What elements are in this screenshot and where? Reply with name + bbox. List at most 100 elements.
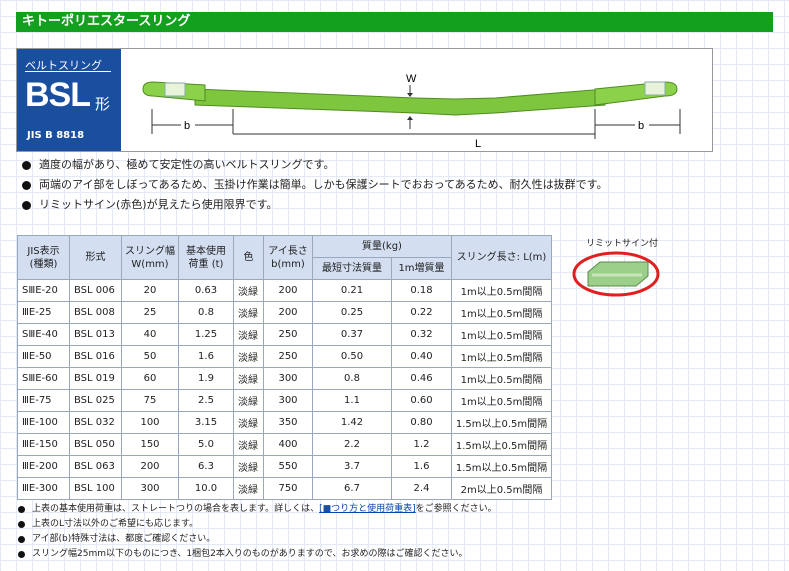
cell-width: 60	[121, 367, 179, 390]
cell-color: 淡緑	[233, 411, 264, 434]
cell-model: BSL 100	[69, 477, 122, 500]
model-badge: ベルトスリング BSL 形 JIS B 8818	[17, 49, 121, 151]
b-right-label: b	[638, 120, 644, 132]
cell-mass-per: 0.22	[391, 301, 452, 324]
cell-length: 1m以上0.5m間隔	[451, 301, 552, 324]
badge-suffix: 形	[95, 95, 111, 113]
cell-jis: SⅢE-40	[17, 323, 70, 346]
right-protection-sleeve	[644, 81, 666, 96]
cell-load: 1.9	[178, 367, 234, 390]
cell-width: 40	[121, 323, 179, 346]
cell-model: BSL 013	[69, 323, 122, 346]
table-row: SⅢE-40 BSL 013 40 1.25 淡緑 250 0.37 0.32 1m以上0.5m…	[17, 323, 552, 346]
cell-jis: ⅢE-75	[17, 389, 70, 412]
bullet-icon	[18, 506, 25, 513]
cell-load: 3.15	[178, 411, 234, 434]
cell-model: BSL 032	[69, 411, 122, 434]
cell-jis: ⅢE-50	[17, 345, 70, 368]
cell-eye: 300	[263, 367, 313, 390]
cell-length: 1m以上0.5m間隔	[451, 279, 552, 302]
note-item: 上表のL寸法以外のご希望にも応じます。	[18, 517, 497, 532]
cell-color: 淡緑	[233, 345, 264, 368]
cell-mass-min: 0.37	[312, 323, 392, 346]
badge-code: BSL	[25, 76, 91, 114]
cell-jis: SⅢE-60	[17, 367, 70, 390]
feature-item: 適度の幅があり、極めて安定性の高いベルトスリングです。	[22, 155, 608, 175]
spec-table-body: SⅢE-20 BSL 006 20 0.63 淡緑 200 0.21 0.18 1m以上0.5m…	[17, 279, 552, 500]
cell-width: 75	[121, 389, 179, 412]
cell-mass-per: 0.80	[391, 411, 452, 434]
cell-mass-per: 0.46	[391, 367, 452, 390]
cell-width: 50	[121, 345, 179, 368]
load-table-link[interactable]: [■つり方と使用荷重表]	[319, 502, 416, 517]
table-row: SⅢE-60 BSL 019 60 1.9 淡緑 300 0.8 0.46 1m以上0.5m間隔	[17, 367, 552, 390]
sling-diagram: W b L b	[142, 73, 681, 150]
cell-width: 300	[121, 477, 179, 500]
note-item: スリング幅25mm以下のものにつき、1梱包2本入りのものがありますので、お求めの…	[18, 547, 497, 562]
cell-model: BSL 025	[69, 389, 122, 412]
cell-length: 1m以上0.5m間隔	[451, 367, 552, 390]
cell-model: BSL 016	[69, 345, 122, 368]
feature-item: リミットサイン(赤色)が見えたら使用限界です。	[22, 195, 608, 215]
table-row: ⅢE-150 BSL 050 150 5.0 淡緑 400 2.2 1.2 1.5m以上0.5m…	[17, 433, 552, 456]
cell-jis: ⅢE-100	[17, 411, 70, 434]
cell-color: 淡緑	[233, 323, 264, 346]
bullet-icon	[18, 521, 25, 528]
header-length: スリング長さ: L(m)	[451, 235, 552, 280]
header-mass-min: 最短寸法質量	[312, 257, 392, 280]
cell-eye: 550	[263, 455, 313, 478]
w-label: W	[406, 73, 417, 85]
cell-color: 淡緑	[233, 367, 264, 390]
cell-model: BSL 063	[69, 455, 122, 478]
cell-mass-min: 6.7	[312, 477, 392, 500]
cell-length: 1m以上0.5m間隔	[451, 389, 552, 412]
cell-mass-per: 0.32	[391, 323, 452, 346]
section-title: キトーポリエスタースリング	[22, 14, 191, 29]
cell-eye: 200	[263, 301, 313, 324]
header-color: 色	[233, 235, 264, 280]
cell-eye: 400	[263, 433, 313, 456]
bullet-icon	[22, 180, 31, 190]
cell-color: 淡緑	[233, 279, 264, 302]
cell-color: 淡緑	[233, 389, 264, 412]
table-row: ⅢE-300 BSL 100 300 10.0 淡緑 750 6.7 2.4 2m以上0.5m間…	[17, 477, 552, 500]
cell-width: 200	[121, 455, 179, 478]
cell-mass-per: 0.40	[391, 345, 452, 368]
table-row: ⅢE-75 BSL 025 75 2.5 淡緑 300 1.1 0.60 1m以上0.5m間隔	[17, 389, 552, 412]
header-mass: 質量(kg)	[312, 235, 452, 258]
cell-load: 5.0	[178, 433, 234, 456]
header-jis: JIS表示 (種類)	[17, 235, 70, 280]
cell-width: 25	[121, 301, 179, 324]
cell-load: 2.5	[178, 389, 234, 412]
cell-load: 6.3	[178, 455, 234, 478]
header-eye: アイ長さ b(mm)	[263, 235, 313, 280]
cell-mass-min: 2.2	[312, 433, 392, 456]
cell-length: 1m以上0.5m間隔	[451, 345, 552, 368]
left-protection-sleeve	[164, 82, 186, 97]
header-model: 形式	[69, 235, 122, 280]
cell-length: 2m以上0.5m間隔	[451, 477, 552, 500]
bullet-icon	[18, 551, 25, 558]
header-mass-per: 1m増質量	[391, 257, 452, 280]
bullet-icon	[22, 160, 31, 170]
cell-color: 淡緑	[233, 455, 264, 478]
header-load: 基本使用 荷重 (t)	[178, 235, 234, 280]
b-left-label: b	[184, 120, 190, 132]
note-item: アイ部(b)特殊寸法は、都度ご確認ください。	[18, 532, 497, 547]
table-row: ⅢE-200 BSL 063 200 6.3 淡緑 550 3.7 1.6 1.5m以上0.5m…	[17, 455, 552, 478]
cell-load: 1.25	[178, 323, 234, 346]
cell-load: 10.0	[178, 477, 234, 500]
cell-color: 淡緑	[233, 433, 264, 456]
sling-belt	[194, 88, 606, 116]
cell-eye: 750	[263, 477, 313, 500]
badge-standard: JIS B 8818	[27, 130, 85, 141]
w-arrowhead-top	[407, 93, 413, 97]
cell-mass-min: 1.1	[312, 389, 392, 412]
cell-model: BSL 008	[69, 301, 122, 324]
cell-mass-per: 2.4	[391, 477, 452, 500]
cell-eye: 250	[263, 323, 313, 346]
table-row: ⅢE-50 BSL 016 50 1.6 淡緑 250 0.50 0.40 1m以上0.5m間隔	[17, 345, 552, 368]
table-row: ⅢE-100 BSL 032 100 3.15 淡緑 350 1.42 0.80 1.5m以上0…	[17, 411, 552, 434]
cell-width: 150	[121, 433, 179, 456]
w-arrowhead-bottom	[407, 116, 413, 120]
